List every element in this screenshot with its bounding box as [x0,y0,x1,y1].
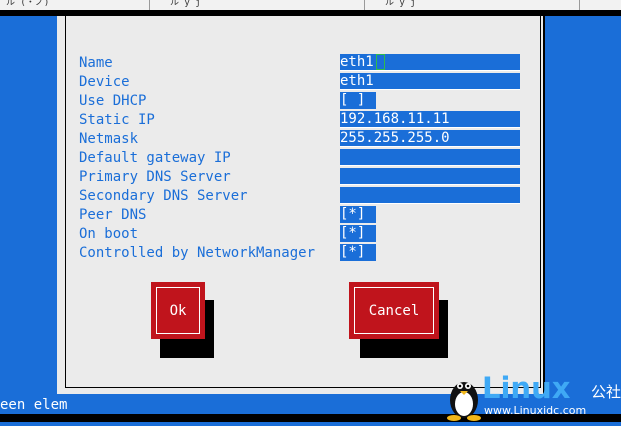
window-tab-2-label: ル y j [170,0,201,8]
window-tab-2[interactable]: ル y j [150,0,365,10]
label-use-dhcp: Use DHCP [79,93,147,109]
device-field[interactable]: eth1 [340,73,520,90]
label-netmask: Netmask [79,131,139,147]
peer-dns-checkbox[interactable]: [*] [340,206,376,223]
linuxidc-watermark: Linux 公社 www.Linuxidc.com [440,370,621,422]
peer-dns-checkbox-value: [*] [340,206,366,222]
secondary-dns-field[interactable] [340,187,520,204]
status-text: een elem [0,397,68,413]
name-field[interactable]: eth1 [340,54,520,71]
watermark-cn: 公社 [591,383,621,401]
static-ip-field[interactable]: 192.168.11.11 [340,111,520,128]
label-static-ip: Static IP [79,112,155,128]
label-on-boot: On boot [79,226,139,242]
netmask-field[interactable]: 255.255.255.0 [340,130,520,147]
device-field-value: eth1 [340,73,374,89]
label-controlled-by-nm: Controlled by NetworkManager [79,245,316,261]
window-tab-1[interactable]: ル (・ノ) [0,0,150,10]
use-dhcp-checkbox[interactable]: [ ] [340,92,376,109]
window-tab-1-label: ル (・ノ) [6,0,50,8]
text-cursor [376,54,385,70]
on-boot-checkbox[interactable]: [*] [340,225,376,242]
label-default-gateway: Default gateway IP [79,150,231,166]
watermark-brand: Linux [482,371,571,405]
label-device: Device [79,74,130,90]
label-secondary-dns: Secondary DNS Server [79,188,248,204]
name-field-value: eth1 [340,54,374,70]
static-ip-field-value: 192.168.11.11 [340,111,450,127]
label-primary-dns: Primary DNS Server [79,169,231,185]
window-tab-3[interactable]: ル y j [365,0,580,10]
controlled-by-nm-checkbox[interactable]: [*] [340,244,376,261]
watermark-url: www.Linuxidc.com [484,404,587,417]
window-tab-3-label: ル y j [385,0,416,8]
terminal-background-right [556,16,621,396]
window-tab-bar: ル (・ノ) ル y j ル y j [0,0,621,10]
ok-button[interactable]: Ok [151,282,205,339]
use-dhcp-checkbox-value: [ ] [340,92,366,108]
primary-dns-field[interactable] [340,168,520,185]
ok-button-label: Ok [169,302,187,319]
default-gateway-field[interactable] [340,149,520,166]
cancel-button[interactable]: Cancel [349,282,439,339]
controlled-by-nm-checkbox-value: [*] [340,244,366,260]
on-boot-checkbox-value: [*] [340,225,366,241]
netmask-field-value: 255.255.255.0 [340,130,450,146]
label-name: Name [79,55,113,71]
cancel-button-label: Cancel [368,302,420,319]
label-peer-dns: Peer DNS [79,207,147,223]
